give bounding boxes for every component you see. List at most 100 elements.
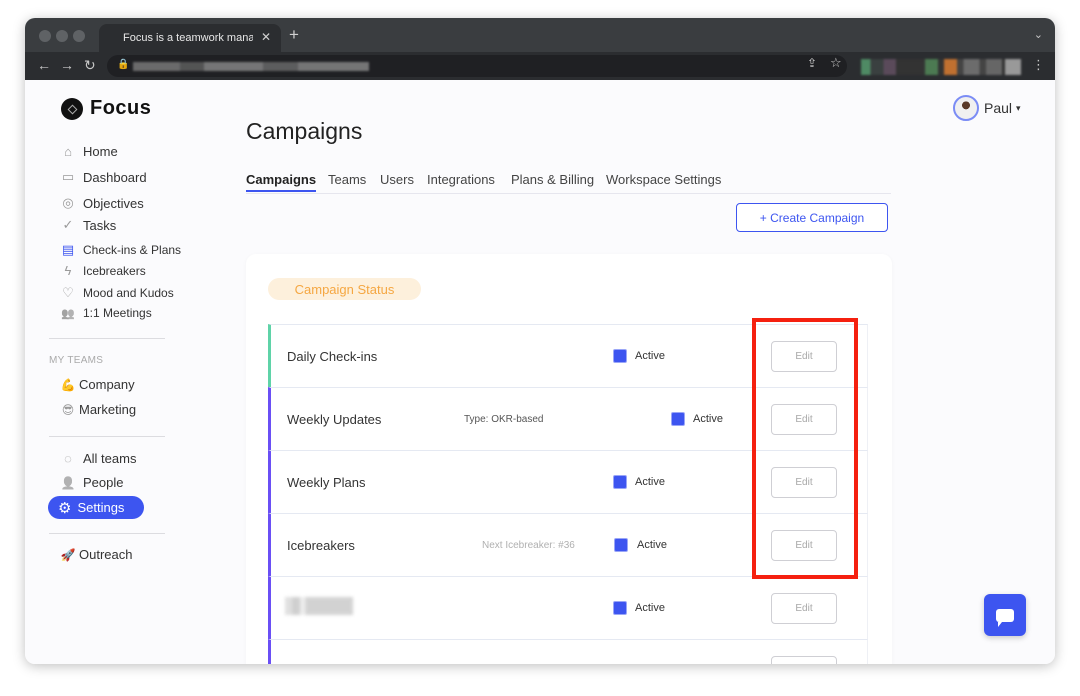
rocket-icon: 🚀 — [60, 547, 76, 562]
sidebar-item-dashboard[interactable]: ▭ Dashboard — [59, 169, 147, 185]
campaign-row — [268, 639, 868, 664]
target-icon: ◎ — [62, 195, 74, 210]
sidebar-item-label: Objectives — [83, 195, 144, 211]
sidebar-item-label: Marketing — [79, 402, 137, 417]
sidebar-team-company[interactable]: 💪 Company — [59, 377, 135, 392]
campaign-name: Daily Check-ins — [287, 349, 378, 364]
tab-teams[interactable]: Teams — [328, 172, 366, 187]
campaign-type: Type: OKR-based — [464, 414, 544, 425]
tab-campaigns[interactable]: Campaigns — [246, 172, 317, 192]
campaign-name: Icebreakers — [287, 538, 355, 553]
tab-title: Focus is a teamwork managem — [123, 32, 253, 44]
sidebar-item-label: Dashboard — [83, 169, 147, 185]
campaign-status-label: Campaign Status — [268, 278, 421, 300]
edit-button[interactable]: Edit — [771, 593, 837, 624]
status-label: Active — [635, 602, 665, 614]
sidebar-item-label: Icebreakers — [83, 263, 146, 278]
settings-tabs: Campaigns Teams Users Integrations Plans… — [246, 172, 891, 194]
address-bar[interactable]: 🔒 — [107, 55, 847, 77]
close-window-button[interactable] — [39, 30, 51, 42]
active-checkbox[interactable] — [671, 412, 685, 426]
extensions-redacted[interactable] — [861, 59, 1021, 75]
sunglasses-face-icon: 😎 — [61, 402, 75, 417]
user-menu[interactable]: Paul ▾ — [953, 95, 1021, 121]
active-checkbox[interactable] — [613, 349, 627, 363]
sidebar-item-label: Tasks — [83, 217, 117, 233]
tab-integrations[interactable]: Integrations — [427, 172, 495, 187]
new-tab-button[interactable]: + — [289, 26, 299, 43]
sidebar-item-mood-kudos[interactable]: ♡ Mood and Kudos — [59, 285, 174, 301]
caret-down-icon: ▾ — [1016, 102, 1021, 113]
tab-plans-billing[interactable]: Plans & Billing — [511, 172, 594, 187]
browser-toolbar: ← → ↻ 🔒 ⇪ ☆ ⋮ — [25, 52, 1055, 80]
user-name: Paul — [984, 100, 1013, 116]
sidebar-item-tasks[interactable]: ✓ Tasks — [59, 217, 117, 233]
edit-button[interactable] — [771, 656, 837, 664]
maximize-window-button[interactable] — [73, 30, 85, 42]
sidebar-item-settings[interactable]: ⚙ Settings — [48, 496, 144, 519]
sidebar-item-meetings[interactable]: 👥 1:1 Meetings — [59, 306, 152, 320]
status-label: Active — [635, 476, 665, 488]
browser-window: Focus is a teamwork managem ✕ + ⌄ ← → ↻ … — [25, 18, 1055, 664]
url-text-redacted — [133, 62, 369, 71]
status-label: Active — [693, 413, 723, 425]
logo-text: Focus — [90, 97, 152, 119]
sidebar-item-home[interactable]: ⌂ Home — [59, 144, 118, 159]
flexed-biceps-icon: 💪 — [60, 377, 76, 392]
sidebar-item-label: 1:1 Meetings — [83, 306, 152, 320]
sidebar-item-icebreakers[interactable]: ϟ Icebreakers — [59, 263, 146, 278]
close-icon[interactable]: ✕ — [261, 30, 271, 44]
sidebar-item-label: Settings — [77, 500, 125, 515]
chat-support-button[interactable] — [984, 594, 1026, 636]
tab-users[interactable]: Users — [380, 172, 414, 187]
active-checkbox[interactable] — [613, 475, 627, 489]
sidebar-item-label: Outreach — [79, 547, 133, 562]
sidebar-team-marketing[interactable]: 😎 Marketing — [59, 402, 136, 417]
tab-workspace-settings[interactable]: Workspace Settings — [606, 172, 721, 187]
sidebar-item-label: Check-ins & Plans — [83, 243, 182, 257]
sidebar-item-all-teams[interactable]: ◌ All teams — [59, 451, 136, 466]
chat-bubble-icon — [996, 608, 1014, 627]
active-checkbox[interactable] — [613, 601, 627, 615]
sidebar-item-objectives[interactable]: ◎ Objectives — [59, 195, 144, 211]
browser-tab[interactable]: Focus is a teamwork managem ✕ — [99, 24, 281, 52]
sidebar-item-check-ins[interactable]: ▤ Check-ins & Plans — [59, 242, 181, 258]
status-label: Active — [637, 539, 667, 551]
sidebar-item-outreach[interactable]: 🚀 Outreach — [59, 547, 133, 562]
people-icon: 👥 — [61, 307, 75, 320]
sidebar-divider — [49, 338, 165, 339]
share-icon[interactable]: ⇪ — [807, 56, 817, 70]
status-label: Active — [635, 350, 665, 362]
sidebar-item-people[interactable]: 👤 People — [59, 475, 124, 490]
campaign-row: Active Edit — [268, 576, 868, 639]
forward-icon[interactable]: → — [60, 57, 74, 73]
tab-strip: Focus is a teamwork managem ✕ + ⌄ — [25, 18, 1055, 52]
back-icon[interactable]: ← — [37, 57, 51, 73]
sidebar-item-label: Home — [83, 144, 118, 159]
heart-icon: ♡ — [62, 285, 74, 300]
all-teams-icon: ◌ — [64, 451, 72, 466]
home-icon: ⌂ — [64, 144, 72, 159]
create-campaign-button[interactable]: + Create Campaign — [736, 203, 888, 232]
campaign-name-redacted — [285, 597, 353, 615]
check-circle-icon: ✓ — [62, 217, 74, 232]
logo-icon — [61, 97, 83, 120]
next-icebreaker: Next Icebreaker: #36 — [482, 540, 575, 551]
sidebar-divider — [49, 533, 165, 534]
lock-icon: 🔒 — [117, 59, 130, 70]
more-menu-icon[interactable]: ⋮ — [1032, 57, 1045, 73]
minimize-window-button[interactable] — [56, 30, 68, 42]
page-title: Campaigns — [246, 118, 363, 144]
reload-icon[interactable]: ↻ — [84, 57, 96, 74]
avatar — [953, 95, 979, 121]
bookmark-star-icon[interactable]: ☆ — [830, 55, 842, 71]
my-teams-label: MY TEAMS — [49, 355, 104, 366]
sidebar-item-label: People — [83, 475, 124, 490]
campaign-name: Weekly Plans — [287, 475, 366, 490]
sidebar-item-label: All teams — [83, 451, 137, 466]
gear-icon: ⚙ — [58, 499, 72, 517]
active-checkbox[interactable] — [614, 538, 628, 552]
dashboard-icon: ▭ — [61, 169, 75, 184]
logo[interactable]: Focus — [61, 97, 151, 120]
chevron-down-icon[interactable]: ⌄ — [1034, 28, 1043, 41]
